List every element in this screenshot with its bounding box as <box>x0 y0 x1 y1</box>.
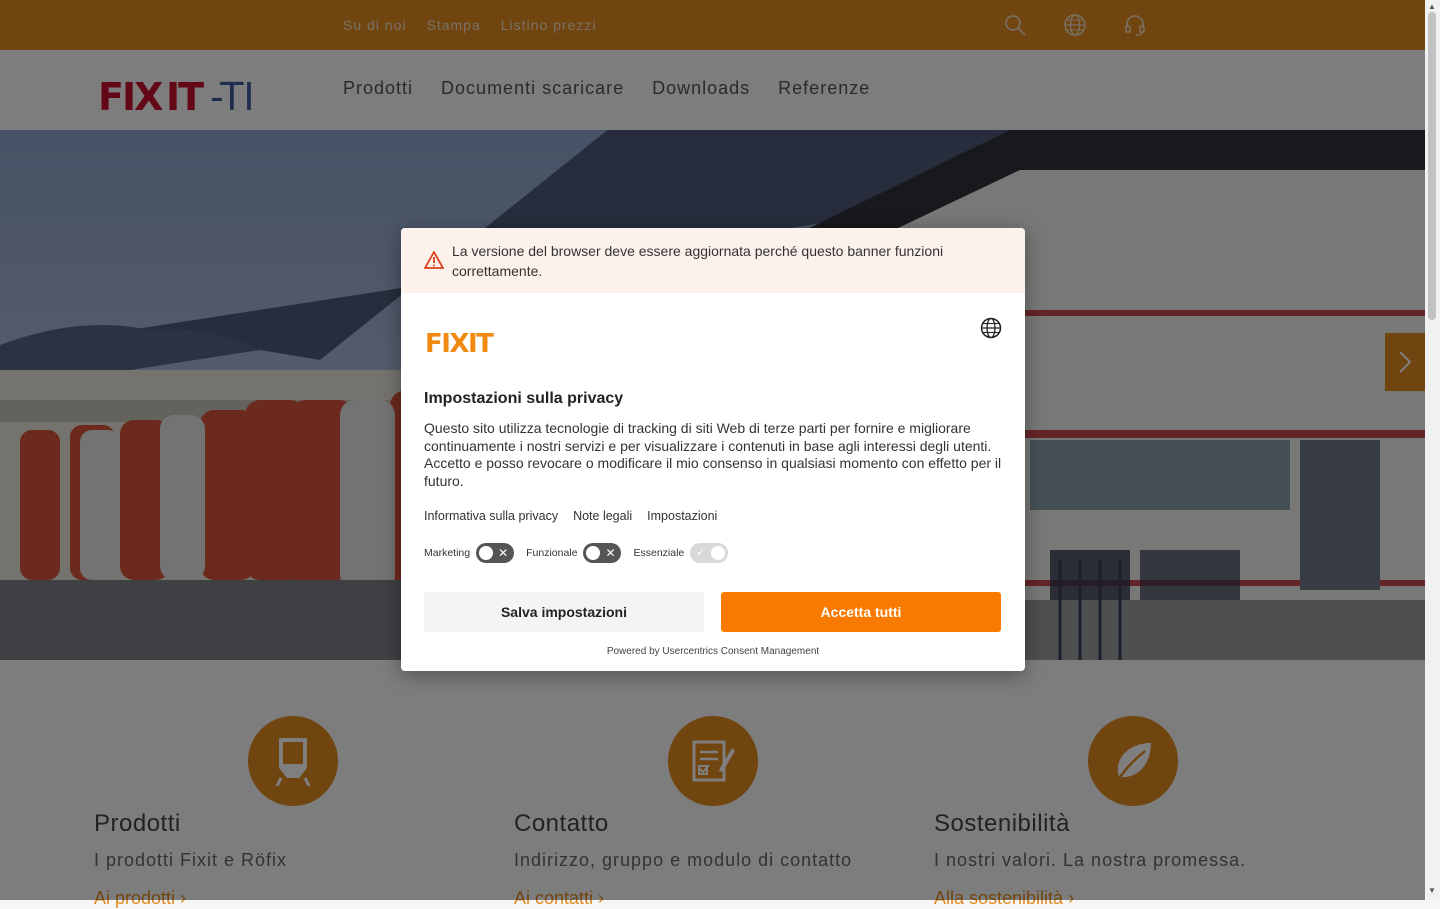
check-icon: ✓ <box>696 547 706 559</box>
page-scrollbar[interactable]: ▲ ▼ <box>1425 0 1440 900</box>
toggle-essential: ✓ <box>690 543 729 563</box>
link-privacy-policy[interactable]: Informativa sulla privacy <box>424 509 558 523</box>
consent-description: Questo sito utilizza tecnologie di track… <box>424 420 1002 489</box>
close-icon: ✕ <box>498 546 509 560</box>
consent-title: Impostazioni sulla privacy <box>424 390 624 407</box>
close-icon: ✕ <box>605 546 616 560</box>
save-settings-button[interactable]: Salva impostazioni <box>424 592 704 632</box>
consent-links: Informativa sulla privacy Note legali Im… <box>424 509 717 523</box>
language-globe-icon[interactable] <box>980 317 1002 344</box>
toggle-label-marketing: Marketing <box>424 547 471 559</box>
warning-text: La versione del browser deve essere aggi… <box>452 243 944 279</box>
consent-logo: FIXIT <box>425 329 511 359</box>
svg-text:FIXIT: FIXIT <box>425 330 494 354</box>
toggle-marketing[interactable]: ✕ <box>476 543 515 563</box>
link-settings[interactable]: Impostazioni <box>647 509 717 523</box>
toggle-functional[interactable]: ✕ <box>583 543 622 563</box>
warning-icon <box>423 250 445 274</box>
scroll-down-icon[interactable]: ▼ <box>1428 886 1436 895</box>
consent-dialog: La versione del browser deve essere aggi… <box>401 228 1025 671</box>
toggle-label-functional: Funzionale <box>526 547 578 559</box>
accept-all-button[interactable]: Accetta tutti <box>721 592 1001 632</box>
toggle-label-essential: Essenziale <box>633 547 685 559</box>
browser-warning: La versione del browser deve essere aggi… <box>401 228 1025 293</box>
scroll-up-icon[interactable]: ▲ <box>1428 2 1436 11</box>
consent-toggles: Marketing ✕ Funzionale ✕ Essenziale ✓ <box>424 543 740 563</box>
scrollbar-thumb[interactable] <box>1428 12 1436 320</box>
link-legal-notes[interactable]: Note legali <box>573 509 632 523</box>
powered-by[interactable]: Powered by Usercentrics Consent Manageme… <box>401 646 1025 657</box>
